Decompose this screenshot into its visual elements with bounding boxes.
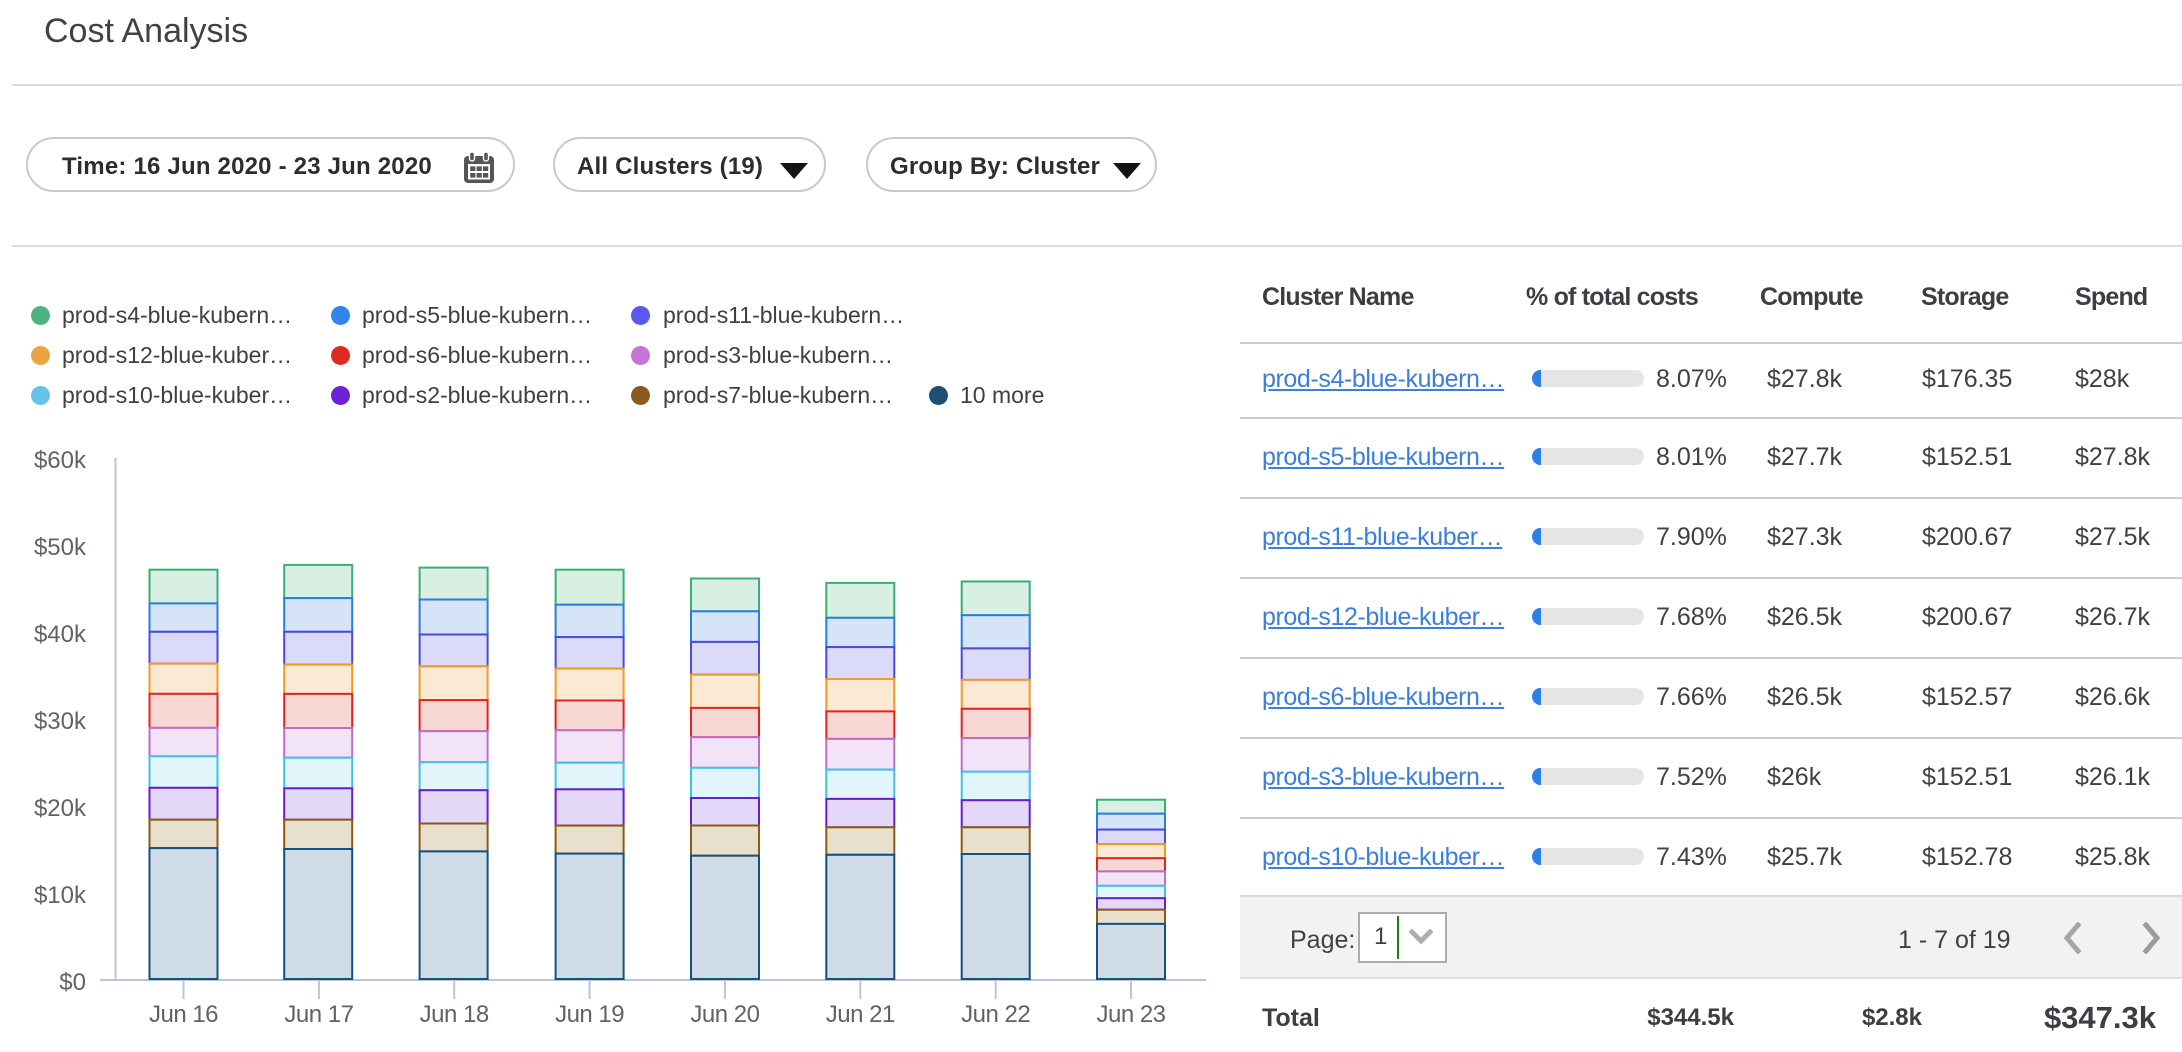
svg-text:$30k: $30k [34, 708, 87, 735]
svg-text:$20k: $20k [34, 795, 87, 822]
svg-text:Jun 23: Jun 23 [1096, 1001, 1165, 1028]
svg-text:Jun 17: Jun 17 [284, 1001, 353, 1028]
svg-text:Jun 16: Jun 16 [149, 1001, 218, 1028]
svg-text:$50k: $50k [34, 534, 87, 561]
svg-text:$40k: $40k [34, 621, 87, 648]
svg-text:$60k: $60k [34, 447, 87, 474]
svg-text:Jun 20: Jun 20 [690, 1001, 759, 1028]
svg-text:Jun 21: Jun 21 [826, 1001, 895, 1028]
svg-text:Jun 22: Jun 22 [961, 1001, 1030, 1028]
svg-text:Jun 18: Jun 18 [420, 1001, 489, 1028]
svg-text:$10k: $10k [34, 882, 87, 909]
svg-text:$0: $0 [59, 969, 86, 996]
svg-text:Jun 19: Jun 19 [555, 1001, 624, 1028]
